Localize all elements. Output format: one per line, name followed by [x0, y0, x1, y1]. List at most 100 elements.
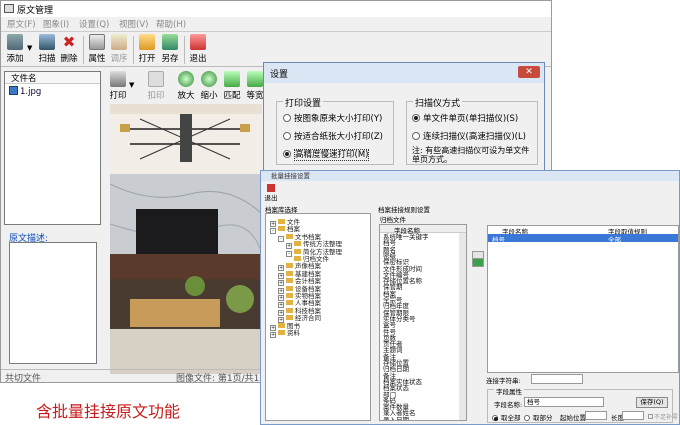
menu-image[interactable]: 图象(I) [43, 18, 69, 30]
archive-subtitle: 归档文件 [380, 216, 406, 224]
reorder-label: 调序 [110, 54, 128, 64]
properties-button[interactable]: 属性 [85, 34, 109, 64]
menu-help[interactable]: 帮助(H) [156, 18, 186, 30]
menu-file[interactable]: 原文(F) [7, 18, 36, 30]
save-as-icon [162, 34, 178, 50]
delete-button[interactable]: ✖ 删除 [57, 34, 81, 64]
print-icon [110, 71, 126, 87]
chevron-down-icon[interactable]: ▼ [129, 81, 134, 89]
print-original-size-radio[interactable]: 按图象原来大小打印(Y) [283, 112, 382, 124]
field-list[interactable]: 字段名称 系统唯一关键字 档号 题名 密级 保密标识 文件形成时间 文件编号 存储位置名称 保管… [379, 224, 467, 421]
stamp-label: 扣印 [147, 91, 165, 101]
properties-icon [89, 34, 105, 50]
file-name: 1.jpg [20, 87, 42, 97]
app-icon [4, 4, 14, 13]
title-bar: 原文管理 [1, 1, 551, 17]
radio-circle [412, 114, 420, 122]
scrollbar[interactable] [459, 233, 466, 420]
open-button[interactable]: 打开 [135, 34, 159, 64]
room-photo [110, 104, 262, 374]
exit-button[interactable]: 退出 [186, 34, 210, 64]
checkbox-box [648, 414, 653, 419]
menu-settings[interactable]: 设置(Q) [79, 18, 109, 30]
add-button[interactable]: 添加 [3, 34, 27, 64]
reorder-icon [111, 34, 127, 50]
add-icon [7, 34, 23, 50]
scanner-note: 注: 有些高速扫描仪可设为单文件单页方式。 [412, 146, 530, 164]
collapse-icon[interactable]: - [270, 228, 276, 235]
continuous-scanner-radio[interactable]: 连续扫描仪(高速扫描仪)(L) [412, 130, 526, 142]
collapse-icon[interactable]: - [286, 250, 292, 257]
table-row[interactable]: 档号 全部 [488, 234, 678, 244]
connector-input[interactable] [531, 374, 583, 384]
print-fit-paper-radio[interactable]: 按适合纸张大小打印(Z) [283, 130, 383, 142]
reorder-button[interactable]: 调序 [107, 34, 131, 64]
status-right: 图像文件: 第1页/共1页 [176, 374, 269, 384]
archive-tree[interactable]: + 文件 - 档案 - 文书档案 + 传统方法整理 - 简化方法整理 归档文件 + 声像档案 + 基建档案 +… [265, 213, 371, 421]
menu-view[interactable]: 视图(V) [119, 18, 148, 30]
field-name-input[interactable]: 档号 [524, 397, 604, 407]
fit-width-label: 等宽 [246, 91, 264, 101]
list-item[interactable]: 录入日期 [383, 416, 409, 420]
list-item[interactable]: 1.jpg [9, 86, 41, 97]
radio-label: 按适合纸张大小打印(Z) [294, 132, 383, 142]
save-button[interactable]: 保存(Q) [636, 397, 668, 408]
save-as-label: 另存 [161, 54, 179, 64]
single-file-page-radio[interactable]: 单文件单页(单扫描仪)(S) [412, 112, 518, 124]
close-icon[interactable]: ✕ [518, 66, 540, 78]
image-toolbar: 打印 ▼ 扣印 放大 缩小 匹配 等宽 [107, 69, 267, 103]
scan-button[interactable]: 扫描 [35, 34, 59, 64]
zoom-out-icon [201, 71, 217, 87]
pad-zero-checkbox[interactable]: 不足补零 [648, 412, 678, 421]
tree-node[interactable]: + 资料 [270, 327, 300, 338]
fit-icon [224, 71, 240, 87]
length-input[interactable] [622, 411, 644, 420]
add-label: 添加 [6, 54, 24, 64]
start-position-input[interactable] [585, 411, 607, 420]
remove-field-arrow[interactable] [472, 258, 484, 267]
radio-circle [492, 415, 498, 421]
zoom-in-button[interactable]: 放大 [175, 71, 197, 101]
stamp-button[interactable]: 扣印 [145, 71, 167, 101]
print-label: 打印 [109, 91, 127, 101]
save-as-button[interactable]: 另存 [158, 34, 182, 64]
field-list-header[interactable]: 字段名称 [380, 225, 466, 235]
start-position-label: 起始位置 [560, 414, 586, 422]
print-button[interactable]: 打印 [107, 71, 129, 101]
radio-label: 按图象原来大小打印(Y) [294, 114, 383, 124]
radio-label: 单文件单页(单扫描仪)(S) [423, 114, 519, 124]
radio-label: 高精度慢速打印(M) [294, 149, 370, 161]
file-list-header[interactable]: 文件名 [5, 72, 100, 84]
collapse-icon[interactable]: - [278, 235, 284, 242]
rule-table[interactable]: 字段名称 字段取值规则 档号 全部 [487, 225, 679, 373]
chevron-down-icon[interactable]: ▼ [27, 44, 32, 52]
fit-label: 匹配 [223, 91, 241, 101]
print-settings-title: 打印设置 [283, 96, 324, 109]
print-high-precision-radio[interactable]: 高精度慢速打印(M) [283, 148, 370, 161]
menu-bar: 原文(F) 图象(I) 设置(Q) 视图(V) 帮助(H) [1, 17, 551, 31]
rule-cell-rule: 全部 [608, 236, 621, 244]
scan-icon [39, 34, 55, 50]
exit-label: 退出 [189, 54, 207, 64]
toolbar-separator [184, 36, 185, 64]
zoom-out-button[interactable]: 缩小 [198, 71, 220, 101]
field-name-label: 字段名称: [494, 401, 523, 409]
field-attr-group: 字段属性 字段名称: 档号 保存(Q) 取全部 取部分 起始位置 长度 不足补零 [487, 386, 678, 423]
scanner-mode-title: 扫描仪方式 [413, 96, 463, 109]
tree-node-label: 资料 [287, 329, 300, 337]
batch-dialog-header: 批量挂接设置 [261, 171, 679, 181]
open-icon [139, 34, 155, 50]
take-all-radio[interactable]: 取全部 [492, 412, 521, 422]
file-list[interactable]: 文件名 1.jpg [4, 71, 101, 225]
description-textarea[interactable] [9, 242, 97, 364]
exit-button[interactable]: 退出 [264, 184, 278, 202]
feature-caption: 含批量挂接原文功能 [36, 402, 181, 421]
radio-circle [283, 132, 291, 140]
fit-button[interactable]: 匹配 [221, 71, 243, 101]
zoom-in-label: 放大 [177, 91, 195, 101]
take-part-radio[interactable]: 取部分 [524, 412, 553, 422]
expand-icon[interactable]: + [270, 332, 276, 338]
radio-circle [524, 415, 530, 421]
batch-attach-dialog: 批量挂接设置 退出 档案库选择 + 文件 - 档案 - 文书档案 + 传统方法整理 - 简化方法整… [260, 170, 680, 425]
image-preview[interactable] [110, 104, 262, 374]
